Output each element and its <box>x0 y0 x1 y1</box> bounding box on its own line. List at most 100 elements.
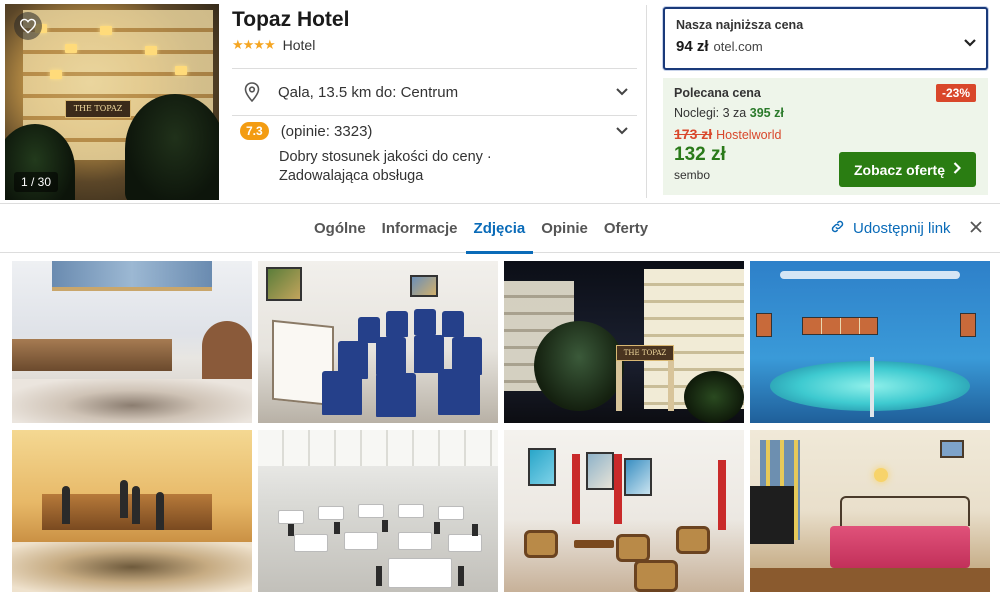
chevron-down-icon <box>616 88 628 96</box>
best-price-value: 94 zł <box>676 38 709 55</box>
photo-pillar <box>718 460 726 530</box>
photo-window <box>175 66 187 75</box>
tab-info[interactable]: Informacje <box>374 204 466 253</box>
hotel-name[interactable]: Topaz Hotel <box>232 8 637 32</box>
nights-total: Noclegi: 3 za 395 zł <box>674 106 977 120</box>
photo-counter: 1 / 30 <box>14 172 59 192</box>
location-row[interactable]: Qala, 13.5 km do: Centrum <box>232 68 637 116</box>
hotel-card: THE TOPAZ 1 / 30 Topaz Hotel ★★★★ Hotel … <box>0 0 1000 203</box>
link-icon <box>831 220 844 233</box>
photo-pillar <box>668 361 674 411</box>
photo-desk <box>12 339 172 371</box>
hotel-main-photo[interactable]: THE TOPAZ 1 / 30 <box>5 4 219 200</box>
photo-painting <box>410 275 438 297</box>
nights-total-price: 395 zł <box>749 106 784 120</box>
gallery-photo-exterior[interactable]: THE TOPAZ <box>504 261 744 423</box>
photo-headboard <box>840 496 970 526</box>
photo-table <box>318 506 344 520</box>
location-expand[interactable] <box>607 88 637 96</box>
view-offer-label: Zobacz ofertę <box>853 161 945 178</box>
best-price-box[interactable]: Nasza najniższa cena 94 zł otel.com <box>663 7 988 70</box>
photo-chair <box>382 520 388 532</box>
photo-chair <box>414 335 444 373</box>
tab-list: Ogólne Informacje Zdjęcia Opinie Oferty <box>306 204 656 254</box>
recommended-price-box: Polecana cena -23% Noclegi: 3 za 395 zł … <box>663 78 988 195</box>
photo-rail <box>870 357 874 417</box>
photo-shrub <box>684 371 744 423</box>
location-text: Qala, 13.5 km do: Centrum <box>278 83 459 101</box>
discount-badge: -23% <box>935 84 976 102</box>
photo-artwork <box>528 448 556 486</box>
photo-chair <box>616 534 650 562</box>
photo-table <box>388 558 452 588</box>
photo-bed <box>830 526 970 568</box>
photo-ceiling <box>258 430 498 466</box>
photo-window <box>50 70 62 79</box>
detail-tabs-bar: Ogólne Informacje Zdjęcia Opinie Oferty … <box>0 203 1000 254</box>
gallery-photo-restaurant[interactable] <box>258 430 498 592</box>
gallery-photo-lounge[interactable] <box>504 430 744 592</box>
photo-table <box>344 532 378 550</box>
gallery-photo-bedroom[interactable] <box>750 430 990 592</box>
photo-chair <box>376 566 382 586</box>
photo-painting <box>266 267 302 301</box>
photo-table <box>398 504 424 518</box>
chevron-down-icon <box>964 39 976 47</box>
photo-table <box>398 532 432 550</box>
best-price-provider: otel.com <box>713 39 763 54</box>
gallery-photo-reception[interactable] <box>12 430 252 592</box>
close-button[interactable] <box>969 220 983 239</box>
photo-chair <box>634 560 678 592</box>
photo-artwork <box>960 313 976 337</box>
gallery-photo-lobby[interactable] <box>12 261 252 423</box>
photo-floor <box>12 379 252 423</box>
share-link-button[interactable]: Udostępnij link <box>830 219 951 238</box>
photo-pillar <box>616 361 622 411</box>
share-label: Udostępnij link <box>853 220 951 237</box>
tab-offers[interactable]: Oferty <box>596 204 656 253</box>
photo-chair <box>438 369 480 415</box>
hotel-class: ★★★★ Hotel <box>232 37 637 53</box>
best-price-expand[interactable] <box>964 34 976 52</box>
photo-chair <box>442 311 464 337</box>
divider <box>646 5 647 198</box>
photo-chair <box>288 524 294 536</box>
tab-photos[interactable]: Zdjęcia <box>465 204 534 254</box>
photo-floor <box>750 568 990 592</box>
photo-table <box>438 506 464 520</box>
old-price-provider: Hostelworld <box>716 128 782 142</box>
photo-window <box>145 46 157 55</box>
photo-table <box>278 510 304 524</box>
photo-chair <box>376 337 406 375</box>
hotel-type: Hotel <box>282 37 316 53</box>
photo-lamp <box>874 468 888 482</box>
rating-expand[interactable] <box>607 127 637 135</box>
rating-section[interactable]: 7.3 (opinie: 3323) Dobry stosunek jakośc… <box>232 120 637 186</box>
photo-table <box>574 540 614 548</box>
photo-palm <box>534 321 624 411</box>
best-price-label: Nasza najniższa cena <box>676 18 804 32</box>
photo-table <box>358 504 384 518</box>
photo-table <box>448 534 482 552</box>
photo-window <box>65 44 77 53</box>
photo-chair <box>676 526 710 554</box>
heart-icon <box>19 18 37 34</box>
photo-chair <box>472 524 478 536</box>
photo-artwork <box>756 313 772 337</box>
photo-artwork <box>624 458 652 496</box>
photo-pillar <box>572 454 580 524</box>
tab-reviews[interactable]: Opinie <box>533 204 596 253</box>
photo-window <box>100 26 112 35</box>
photo-light <box>780 271 960 279</box>
gallery-photo-pool[interactable] <box>750 261 990 423</box>
view-offer-button[interactable]: Zobacz ofertę <box>839 152 976 187</box>
photo-chair <box>376 373 416 417</box>
photo-artwork <box>802 317 878 335</box>
gallery-photo-conference[interactable] <box>258 261 498 423</box>
photo-chair <box>334 522 340 534</box>
tab-general[interactable]: Ogólne <box>306 204 374 253</box>
photo-chair <box>322 371 362 415</box>
rating-description: Dobry stosunek jakości do ceny · Zadowal… <box>279 149 492 184</box>
favorite-button[interactable] <box>14 12 42 40</box>
photo-chair <box>458 566 464 586</box>
